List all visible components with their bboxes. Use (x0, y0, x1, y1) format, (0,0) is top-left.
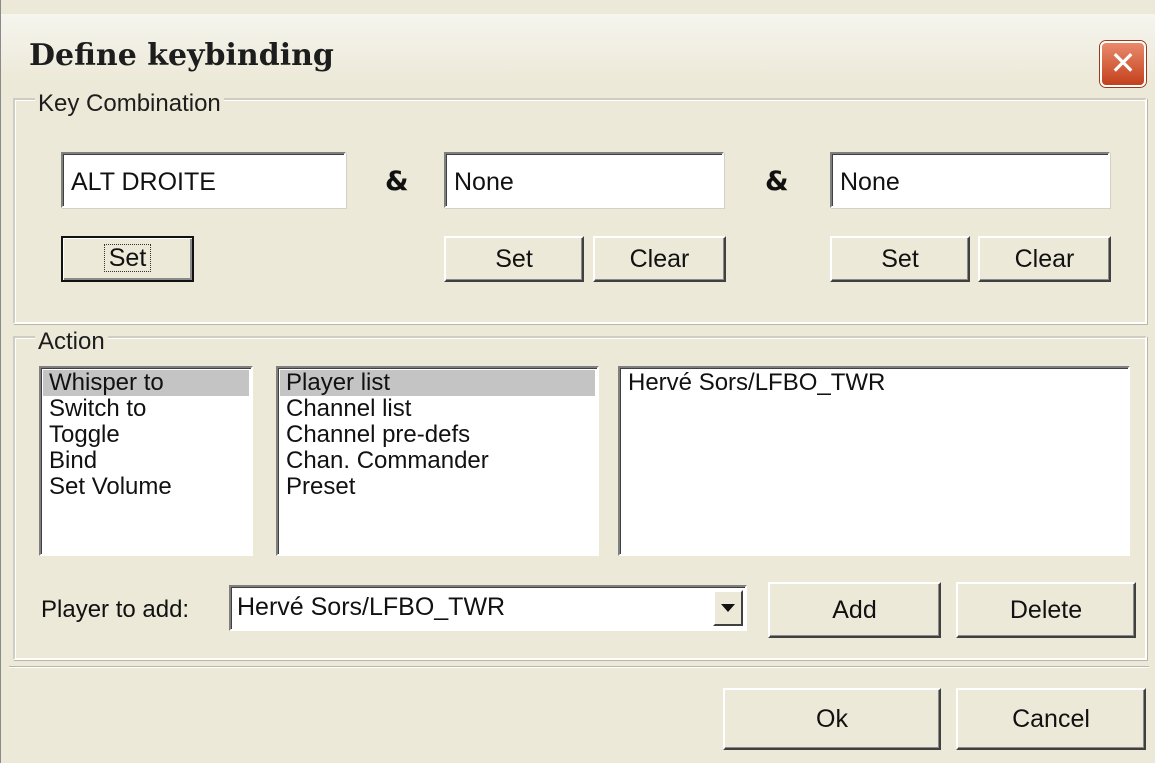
target-item[interactable]: Player list (280, 370, 595, 396)
key2-value: None (454, 168, 514, 196)
add-button[interactable]: Add (768, 582, 941, 638)
target-item[interactable]: Channel list (280, 396, 595, 422)
action-type-list[interactable]: Whisper to Switch to Toggle Bind Set Vol… (39, 366, 253, 556)
key2-clear-button[interactable]: Clear (593, 236, 726, 282)
key3-value: None (840, 168, 900, 196)
target-item[interactable]: Channel pre-defs (280, 422, 595, 448)
key1-set-button[interactable]: Set (61, 236, 194, 282)
key3-clear-button[interactable]: Clear (978, 236, 1111, 282)
key-combination-group (13, 98, 1147, 324)
action-item[interactable]: Switch to (43, 396, 249, 422)
action-label: Action (35, 328, 108, 356)
chevron-down-icon[interactable] (713, 590, 743, 626)
player-to-add-dropdown[interactable]: Hervé Sors/LFBO_TWR (229, 585, 747, 631)
target-list[interactable]: Player list Channel list Channel pre-def… (276, 366, 599, 556)
player-list[interactable]: Hervé Sors/LFBO_TWR (618, 366, 1130, 556)
key2-set-button[interactable]: Set (444, 236, 584, 282)
ampersand-1: & (385, 166, 409, 197)
key3-set-button[interactable]: Set (830, 236, 970, 282)
target-item[interactable]: Preset (280, 474, 595, 500)
close-icon[interactable]: ✕ (1100, 41, 1146, 87)
define-keybinding-dialog: Define keybinding ✕ Key Combination ALT … (0, 0, 1155, 763)
player-to-add-value: Hervé Sors/LFBO_TWR (237, 593, 506, 621)
delete-button[interactable]: Delete (956, 582, 1136, 638)
key1-value: ALT DROITE (71, 168, 216, 196)
player-item[interactable]: Hervé Sors/LFBO_TWR (622, 370, 1126, 396)
key3-field[interactable]: None (830, 152, 1110, 208)
player-to-add-label: Player to add: (41, 596, 190, 623)
ampersand-2: & (765, 166, 789, 197)
action-item[interactable]: Toggle (43, 422, 249, 448)
action-item[interactable]: Whisper to (43, 370, 249, 396)
key2-field[interactable]: None (444, 152, 724, 208)
action-item[interactable]: Set Volume (43, 474, 249, 500)
key1-field[interactable]: ALT DROITE (61, 152, 346, 208)
footer-divider (9, 666, 1149, 668)
window-title: Define keybinding (29, 38, 334, 73)
key1-set-label: Set (103, 244, 152, 272)
target-item[interactable]: Chan. Commander (280, 448, 595, 474)
key-combination-label: Key Combination (35, 90, 224, 118)
action-item[interactable]: Bind (43, 448, 249, 474)
ok-button[interactable]: Ok (723, 688, 941, 750)
title-bar[interactable]: Define keybinding ✕ (1, 14, 1155, 87)
cancel-button[interactable]: Cancel (956, 688, 1146, 750)
